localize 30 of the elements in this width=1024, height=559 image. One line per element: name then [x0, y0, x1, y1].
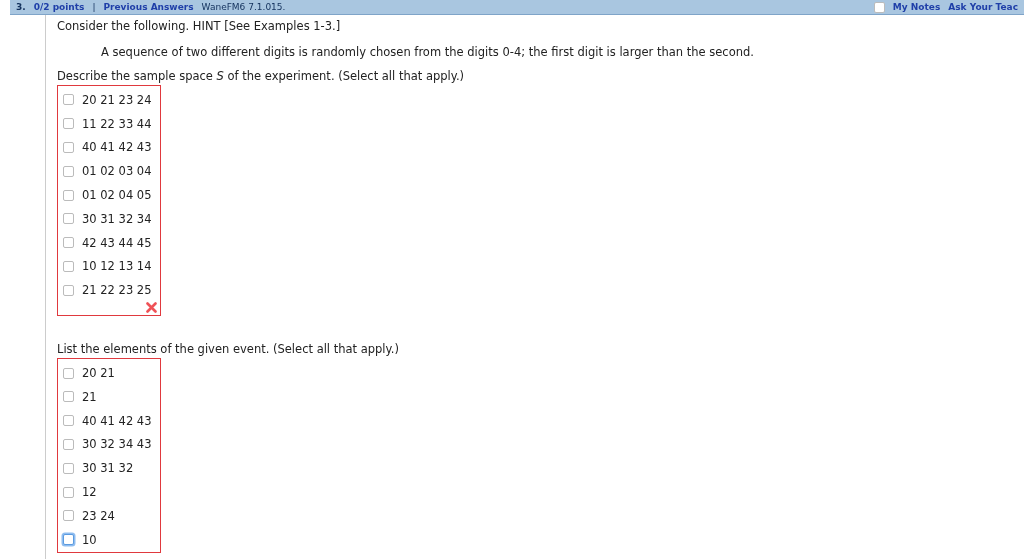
- answer-option[interactable]: 21 22 23 25: [63, 278, 160, 303]
- answer-option[interactable]: 21: [63, 384, 160, 409]
- previous-answers-link[interactable]: Previous Answers: [103, 2, 194, 12]
- question-code: WaneFM6 7.1.015.: [201, 2, 286, 12]
- my-notes-link[interactable]: My Notes: [892, 2, 941, 12]
- answer-option[interactable]: 11 22 33 44: [63, 111, 160, 136]
- intro-text: Consider the following. HINT [See Examples 1-3.]: [57, 19, 342, 33]
- points-text: 0/2 points: [33, 2, 85, 12]
- answer-option[interactable]: 23 24: [63, 503, 160, 528]
- answer-option[interactable]: 10: [63, 527, 160, 552]
- question-prompt: Describe the sample space S of the experiment. (Select all that apply.): [57, 69, 466, 83]
- question-number: 3.: [16, 2, 26, 12]
- incorrect-x-icon: [146, 302, 157, 314]
- answer-option[interactable]: 40 41 42 43: [63, 135, 160, 160]
- answer-option[interactable]: 30 32 34 43: [63, 432, 160, 457]
- answer-option[interactable]: 42 43 44 45: [63, 230, 160, 255]
- answer-option[interactable]: 20 21: [63, 361, 160, 385]
- notes-checkbox[interactable]: [873, 1, 885, 13]
- answer-option[interactable]: 20 21 23 24: [63, 88, 160, 112]
- answer-option[interactable]: 40 41 42 43: [63, 408, 160, 433]
- answer-option[interactable]: 10 12 13 14: [63, 254, 160, 279]
- answer-option[interactable]: 12: [63, 480, 160, 504]
- answer-option[interactable]: 30 31 32 34: [63, 207, 160, 231]
- problem-statement: A sequence of two different digits is randomly chosen from the digits 0-4; the first digit is larger than the second.: [101, 45, 755, 59]
- answer-option[interactable]: 01 02 04 05: [63, 183, 160, 207]
- question-prompt: List the elements of the given event. (Select all that apply.): [57, 342, 400, 357]
- ask-teacher-link[interactable]: Ask Your Teac: [948, 2, 1018, 12]
- answer-option[interactable]: 01 02 03 04: [63, 159, 160, 184]
- answer-option[interactable]: 30 31 32: [63, 456, 160, 481]
- separator-text: |: [92, 2, 96, 12]
